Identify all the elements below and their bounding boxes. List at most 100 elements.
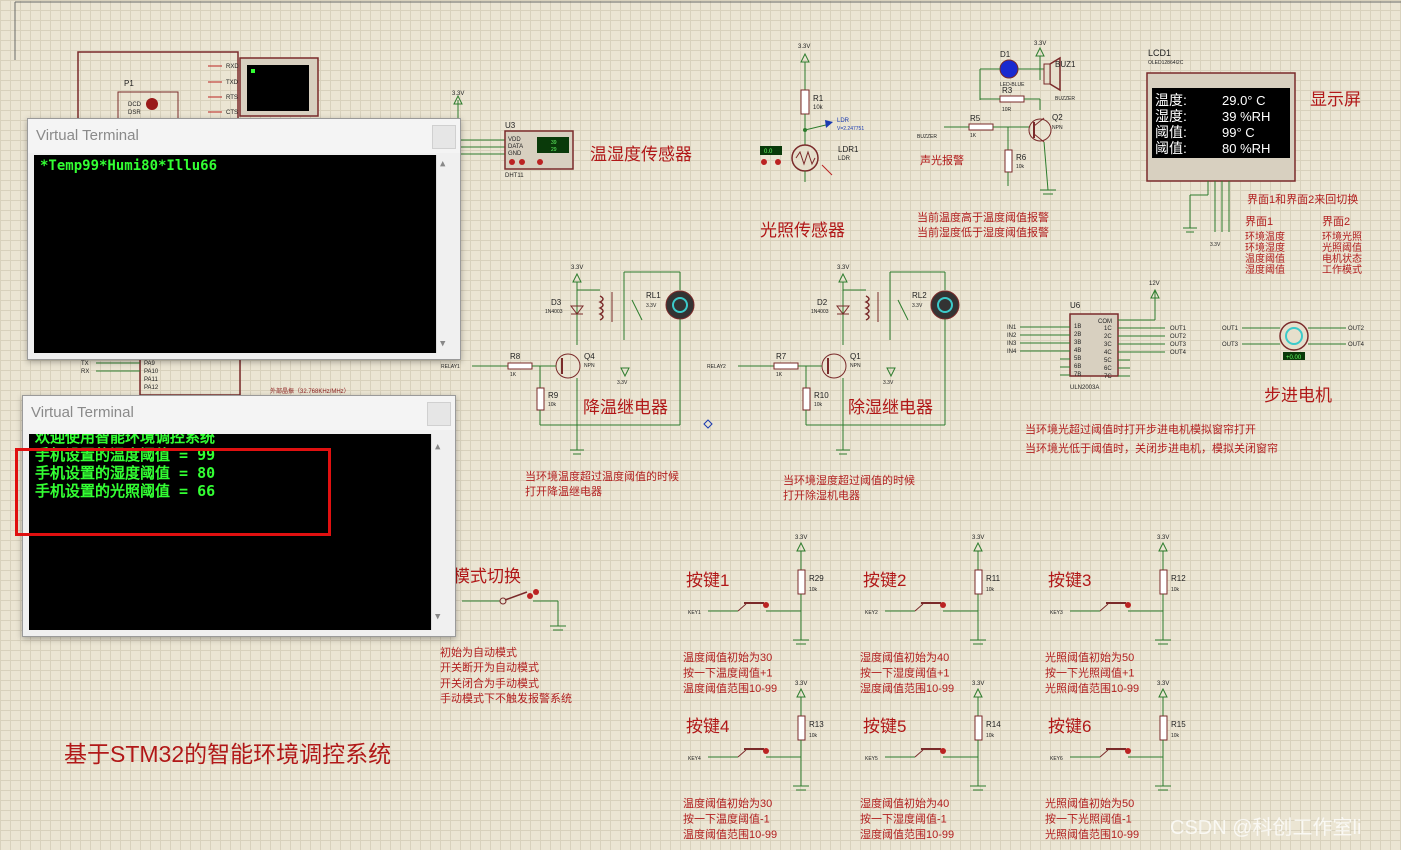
svg-text:3B: 3B bbox=[1074, 340, 1081, 346]
svg-text:BUZ1: BUZ1 bbox=[1055, 60, 1076, 69]
button-note: 湿度阈值初始为40 bbox=[860, 796, 949, 810]
svg-text:3.3V: 3.3V bbox=[837, 265, 849, 271]
svg-text:阈值:: 阈值: bbox=[1155, 140, 1187, 156]
button-indicator bbox=[763, 748, 769, 754]
button-note: 温度阈值范围10-99 bbox=[683, 827, 777, 841]
watermark: CSDN @科创工作室li bbox=[1170, 816, 1361, 839]
button-vcc-label: 3.3V bbox=[795, 535, 807, 541]
button-resistor-ref: R29 bbox=[809, 574, 824, 583]
terminal-1-screen[interactable]: *Temp99*Humi80*Illu66 ▲ ▼ bbox=[34, 155, 454, 353]
svg-text:Q2: Q2 bbox=[1052, 113, 1063, 122]
svg-text:R9: R9 bbox=[548, 391, 559, 400]
svg-text:1B: 1B bbox=[1074, 324, 1081, 330]
uln2003-driver: U6 1B 2B 3B 4B 5B 6B 7B COM 1C 2C 3C 4C … bbox=[1007, 281, 1187, 391]
vcc-arrow-icon bbox=[973, 687, 983, 698]
svg-text:R10: R10 bbox=[814, 391, 829, 400]
svg-text:29: 29 bbox=[551, 147, 557, 153]
svg-text:R6: R6 bbox=[1016, 153, 1027, 162]
mode-switch-label: 模式切换 bbox=[453, 567, 521, 586]
button-switch bbox=[737, 749, 747, 758]
dehum-relay-label: 除湿继电器 bbox=[848, 398, 933, 417]
button-switch bbox=[914, 603, 924, 612]
button-switch bbox=[1099, 749, 1109, 758]
button-title: 按键5 bbox=[863, 717, 906, 736]
scroll-down-icon[interactable]: ▼ bbox=[440, 339, 445, 349]
terminal-1-scrollbar[interactable]: ▲ ▼ bbox=[436, 155, 454, 353]
svg-text:4C: 4C bbox=[1104, 350, 1112, 356]
pin-tx: TX bbox=[81, 361, 89, 367]
cool-note-1: 当环境温度超过温度阈值的时候 bbox=[525, 469, 679, 483]
button-pullup-resistor bbox=[797, 569, 806, 595]
pin-pa12: PA12 bbox=[144, 385, 159, 391]
button-resistor-value: 10k bbox=[986, 733, 995, 739]
button-title: 按键3 bbox=[1048, 571, 1091, 590]
svg-text:Q4: Q4 bbox=[584, 352, 595, 361]
button-switch bbox=[737, 603, 747, 612]
button-note: 温度阈值初始为30 bbox=[683, 650, 772, 664]
svg-text:NPN: NPN bbox=[584, 363, 595, 369]
svg-text:R8: R8 bbox=[510, 352, 521, 361]
svg-text:OUT3: OUT3 bbox=[1222, 342, 1239, 348]
button-vcc-label: 3.3V bbox=[972, 681, 984, 687]
terminal-2-scrollbar[interactable]: ▲ ▼ bbox=[431, 434, 449, 630]
page2-item-4: 工作模式 bbox=[1322, 263, 1362, 276]
button-note: 按一下温度阈值-1 bbox=[683, 812, 770, 826]
svg-text:10R: 10R bbox=[1002, 107, 1012, 113]
button-resistor-value: 10k bbox=[809, 587, 818, 593]
page2-item-2: 光照阈值 bbox=[1322, 241, 1362, 254]
virtual-terminal-1[interactable]: Virtual Terminal *Temp99*Humi80*Illu66 ▲… bbox=[27, 118, 461, 360]
scroll-up-icon[interactable]: ▲ bbox=[435, 438, 440, 456]
svg-text:LDR: LDR bbox=[838, 156, 851, 162]
terminal-2-close-button[interactable] bbox=[427, 402, 451, 426]
svg-text:4B: 4B bbox=[1074, 348, 1081, 354]
svg-text:1K: 1K bbox=[970, 133, 977, 139]
svg-text:NPN: NPN bbox=[1052, 125, 1063, 131]
button-note: 温度阈值初始为30 bbox=[683, 796, 772, 810]
stepper-section-label: 步进电机 bbox=[1264, 386, 1332, 405]
button-title: 按键2 bbox=[863, 571, 906, 590]
button-note: 光照阈值范围10-99 bbox=[1045, 681, 1139, 695]
svg-text:1N4003: 1N4003 bbox=[811, 309, 829, 315]
dehum-note-2: 打开除湿机电器 bbox=[783, 488, 860, 502]
button-resistor-value: 10k bbox=[1171, 587, 1180, 593]
svg-text:ULN2003A: ULN2003A bbox=[1070, 385, 1099, 391]
svg-text:2B: 2B bbox=[1074, 332, 1081, 338]
button-key-net: KEY6 bbox=[1050, 756, 1063, 762]
svg-text:IN2: IN2 bbox=[1007, 333, 1017, 339]
terminal-2-title[interactable]: Virtual Terminal bbox=[23, 396, 455, 430]
dehum-note-1: 当环境湿度超过阈值的时候 bbox=[783, 473, 915, 487]
svg-text:OUT4: OUT4 bbox=[1348, 342, 1365, 348]
svg-text:IN1: IN1 bbox=[1007, 325, 1017, 331]
pin-pa9: PA9 bbox=[144, 361, 156, 367]
button-indicator bbox=[1125, 748, 1131, 754]
svg-text:1C: 1C bbox=[1104, 326, 1112, 332]
svg-text:LCD1: LCD1 bbox=[1148, 48, 1171, 58]
terminal-1-title[interactable]: Virtual Terminal bbox=[28, 119, 460, 153]
dht-part: DHT11 bbox=[505, 173, 524, 179]
button-resistor-ref: R14 bbox=[986, 720, 1001, 729]
svg-text:温度:: 温度: bbox=[1155, 92, 1187, 108]
mode-note-3: 开关闭合为手动模式 bbox=[440, 676, 539, 690]
svg-text:OUT4: OUT4 bbox=[1170, 350, 1187, 356]
svg-text:NPN: NPN bbox=[850, 363, 861, 369]
cool-note-2: 打开降温继电器 bbox=[525, 484, 602, 498]
svg-text:R7: R7 bbox=[776, 352, 787, 361]
terminal-1-line: *Temp99*Humi80*Illu66 bbox=[40, 158, 218, 174]
terminal-1-close-button[interactable] bbox=[432, 125, 456, 149]
button-resistor-ref: R12 bbox=[1171, 574, 1186, 583]
page2-title: 界面2 bbox=[1322, 215, 1350, 228]
page2-item-1: 环境光照 bbox=[1322, 230, 1362, 243]
svg-text:R5: R5 bbox=[970, 114, 981, 123]
vcc-arrow-icon bbox=[973, 541, 983, 552]
ldr-section-label: 光照传感器 bbox=[760, 221, 845, 240]
svg-text:+0.00: +0.00 bbox=[1286, 355, 1302, 361]
svg-text:OLED12864I2C: OLED12864I2C bbox=[1148, 60, 1184, 66]
button-indicator bbox=[940, 602, 946, 608]
svg-text:LDR: LDR bbox=[837, 118, 850, 124]
button-resistor-ref: R15 bbox=[1171, 720, 1186, 729]
svg-text:3.3V: 3.3V bbox=[1034, 41, 1046, 47]
scroll-up-icon[interactable]: ▲ bbox=[440, 159, 445, 169]
ldr-sensor: 3.3V R1 10k LDR V=2.247751 LDR1 LDR 0.0 bbox=[760, 44, 864, 182]
svg-text:12V: 12V bbox=[1149, 281, 1160, 287]
scroll-down-icon[interactable]: ▼ bbox=[435, 608, 440, 626]
